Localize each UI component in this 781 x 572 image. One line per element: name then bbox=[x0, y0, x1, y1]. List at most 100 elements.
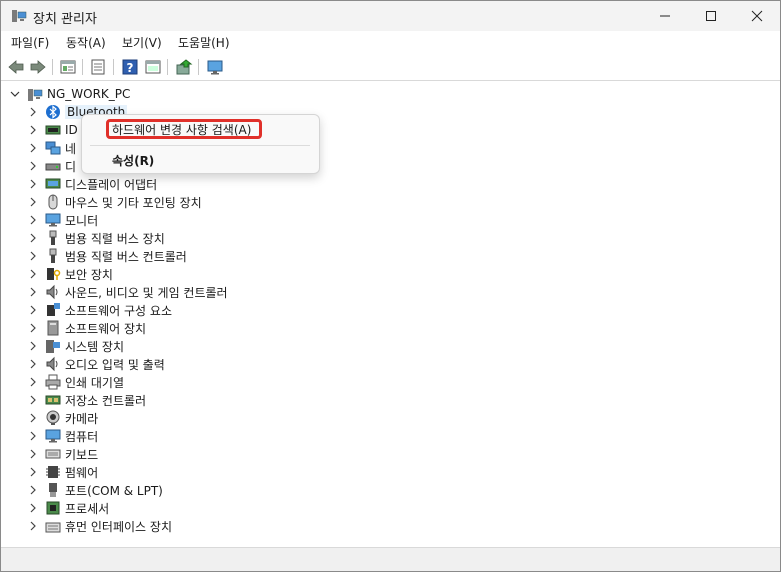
chevron-right-icon[interactable] bbox=[27, 355, 39, 373]
back-icon[interactable] bbox=[7, 58, 25, 76]
chevron-right-icon[interactable] bbox=[27, 445, 39, 463]
device-category-label: 펌웨어 bbox=[65, 465, 99, 480]
chevron-right-icon[interactable] bbox=[27, 499, 39, 517]
chevron-right-icon[interactable] bbox=[27, 247, 39, 265]
device-category-item[interactable]: 소프트웨어 구성 요소 bbox=[27, 301, 172, 319]
toolbar-separator bbox=[198, 59, 199, 75]
device-category-label: 모니터 bbox=[65, 213, 99, 228]
toolbar: ? bbox=[1, 54, 780, 81]
help-icon[interactable]: ? bbox=[121, 58, 139, 76]
status-bar bbox=[1, 547, 780, 571]
usb-icon bbox=[45, 230, 61, 246]
device-category-label: 저장소 컨트롤러 bbox=[65, 393, 147, 408]
audio-io-icon bbox=[45, 356, 61, 372]
device-category-item[interactable]: 디스플레이 어댑터 bbox=[27, 175, 157, 193]
view-icon[interactable] bbox=[144, 58, 162, 76]
maximize-button[interactable] bbox=[688, 1, 734, 31]
close-button[interactable] bbox=[734, 1, 780, 31]
chevron-right-icon[interactable] bbox=[27, 103, 39, 121]
chevron-down-icon[interactable] bbox=[9, 85, 21, 103]
device-category-item[interactable]: 포트(COM & LPT) bbox=[27, 481, 163, 499]
device-category-item[interactable]: 소프트웨어 장치 bbox=[27, 319, 146, 337]
camera-icon bbox=[45, 410, 61, 426]
print-queue-icon bbox=[45, 374, 61, 390]
chevron-right-icon[interactable] bbox=[27, 283, 39, 301]
properties-icon[interactable] bbox=[59, 58, 77, 76]
device-category-label: 사운드, 비디오 및 게임 컨트롤러 bbox=[65, 285, 228, 300]
menu-bar: 파일(F) 동작(A) 보기(V) 도움말(H) bbox=[1, 31, 780, 53]
device-category-label: 시스템 장치 bbox=[65, 339, 125, 354]
device-manager-window: 장치 관리자 파일(F) 동작(A) 보기(V) 도움말(H) ? NG_WOR… bbox=[0, 0, 781, 572]
chevron-right-icon[interactable] bbox=[27, 139, 39, 157]
bluetooth-icon bbox=[45, 104, 61, 120]
usb-controller-icon bbox=[45, 248, 61, 264]
disk-icon bbox=[45, 158, 61, 174]
toolbar-separator bbox=[52, 59, 53, 75]
device-category-item[interactable]: 마우스 및 기타 포인팅 장치 bbox=[27, 193, 202, 211]
device-category-item[interactable]: 네 bbox=[27, 139, 76, 157]
chevron-right-icon[interactable] bbox=[27, 391, 39, 409]
network-icon bbox=[45, 140, 61, 156]
tree-root[interactable]: NG_WORK_PC bbox=[9, 85, 130, 103]
device-category-label: 오디오 입력 및 출력 bbox=[65, 357, 165, 372]
device-category-item[interactable]: ID bbox=[27, 121, 78, 139]
device-category-label: 마우스 및 기타 포인팅 장치 bbox=[65, 195, 202, 210]
device-category-item[interactable]: 프로세서 bbox=[27, 499, 109, 517]
chevron-right-icon[interactable] bbox=[27, 265, 39, 283]
computer-root-icon bbox=[27, 86, 43, 102]
monitor-scan-icon[interactable] bbox=[206, 58, 224, 76]
chevron-right-icon[interactable] bbox=[27, 319, 39, 337]
device-category-item[interactable]: 사운드, 비디오 및 게임 컨트롤러 bbox=[27, 283, 228, 301]
device-category-item[interactable]: 키보드 bbox=[27, 445, 98, 463]
chevron-right-icon[interactable] bbox=[27, 463, 39, 481]
chevron-right-icon[interactable] bbox=[27, 517, 39, 535]
menu-help[interactable]: 도움말(H) bbox=[178, 34, 230, 51]
update-driver-icon[interactable] bbox=[175, 58, 193, 76]
chevron-right-icon[interactable] bbox=[27, 157, 39, 175]
forward-icon[interactable] bbox=[29, 58, 47, 76]
chevron-right-icon[interactable] bbox=[27, 337, 39, 355]
system-device-icon bbox=[45, 338, 61, 354]
device-category-label: ID bbox=[65, 123, 78, 137]
device-category-item[interactable]: 보안 장치 bbox=[27, 265, 113, 283]
device-category-item[interactable]: 저장소 컨트롤러 bbox=[27, 391, 146, 409]
device-category-item[interactable]: 컴퓨터 bbox=[27, 427, 98, 445]
chevron-right-icon[interactable] bbox=[27, 427, 39, 445]
chevron-right-icon[interactable] bbox=[27, 211, 39, 229]
device-category-label: 디 bbox=[65, 159, 77, 174]
device-category-label: 포트(COM & LPT) bbox=[65, 483, 163, 498]
device-category-item[interactable]: 범용 직렬 버스 컨트롤러 bbox=[27, 247, 187, 265]
properties-menu-item[interactable]: 속성(R) bbox=[112, 152, 154, 169]
device-category-item[interactable]: 범용 직렬 버스 장치 bbox=[27, 229, 165, 247]
device-category-item[interactable]: 디 bbox=[27, 157, 76, 175]
processor-icon bbox=[45, 500, 61, 516]
device-category-item[interactable]: 카메라 bbox=[27, 409, 98, 427]
device-category-item[interactable]: 시스템 장치 bbox=[27, 337, 124, 355]
chevron-right-icon[interactable] bbox=[27, 409, 39, 427]
minimize-button[interactable] bbox=[642, 1, 688, 31]
chevron-right-icon[interactable] bbox=[27, 229, 39, 247]
menu-file[interactable]: 파일(F) bbox=[11, 34, 49, 51]
device-category-label: 카메라 bbox=[65, 411, 99, 426]
sound-icon bbox=[45, 284, 61, 300]
device-category-item[interactable]: 펌웨어 bbox=[27, 463, 98, 481]
chevron-right-icon[interactable] bbox=[27, 481, 39, 499]
device-category-label: 인쇄 대기열 bbox=[65, 375, 125, 390]
chevron-right-icon[interactable] bbox=[27, 175, 39, 193]
toolbar-separator bbox=[167, 59, 168, 75]
device-category-item[interactable]: 모니터 bbox=[27, 211, 98, 229]
device-category-item[interactable]: 오디오 입력 및 출력 bbox=[27, 355, 165, 373]
device-category-label: 소프트웨어 장치 bbox=[65, 321, 147, 336]
scan-hardware-changes-menu-item[interactable]: 하드웨어 변경 사항 검색(A) bbox=[112, 121, 251, 138]
device-manager-app-icon bbox=[11, 9, 27, 23]
device-category-label: 휴먼 인터페이스 장치 bbox=[65, 519, 172, 534]
list-icon[interactable] bbox=[89, 58, 107, 76]
chevron-right-icon[interactable] bbox=[27, 301, 39, 319]
chevron-right-icon[interactable] bbox=[27, 373, 39, 391]
device-category-item[interactable]: 인쇄 대기열 bbox=[27, 373, 124, 391]
chevron-right-icon[interactable] bbox=[27, 193, 39, 211]
menu-view[interactable]: 보기(V) bbox=[122, 34, 162, 51]
device-category-item[interactable]: 휴먼 인터페이스 장치 bbox=[27, 517, 172, 535]
menu-action[interactable]: 동작(A) bbox=[66, 34, 106, 51]
chevron-right-icon[interactable] bbox=[27, 121, 39, 139]
